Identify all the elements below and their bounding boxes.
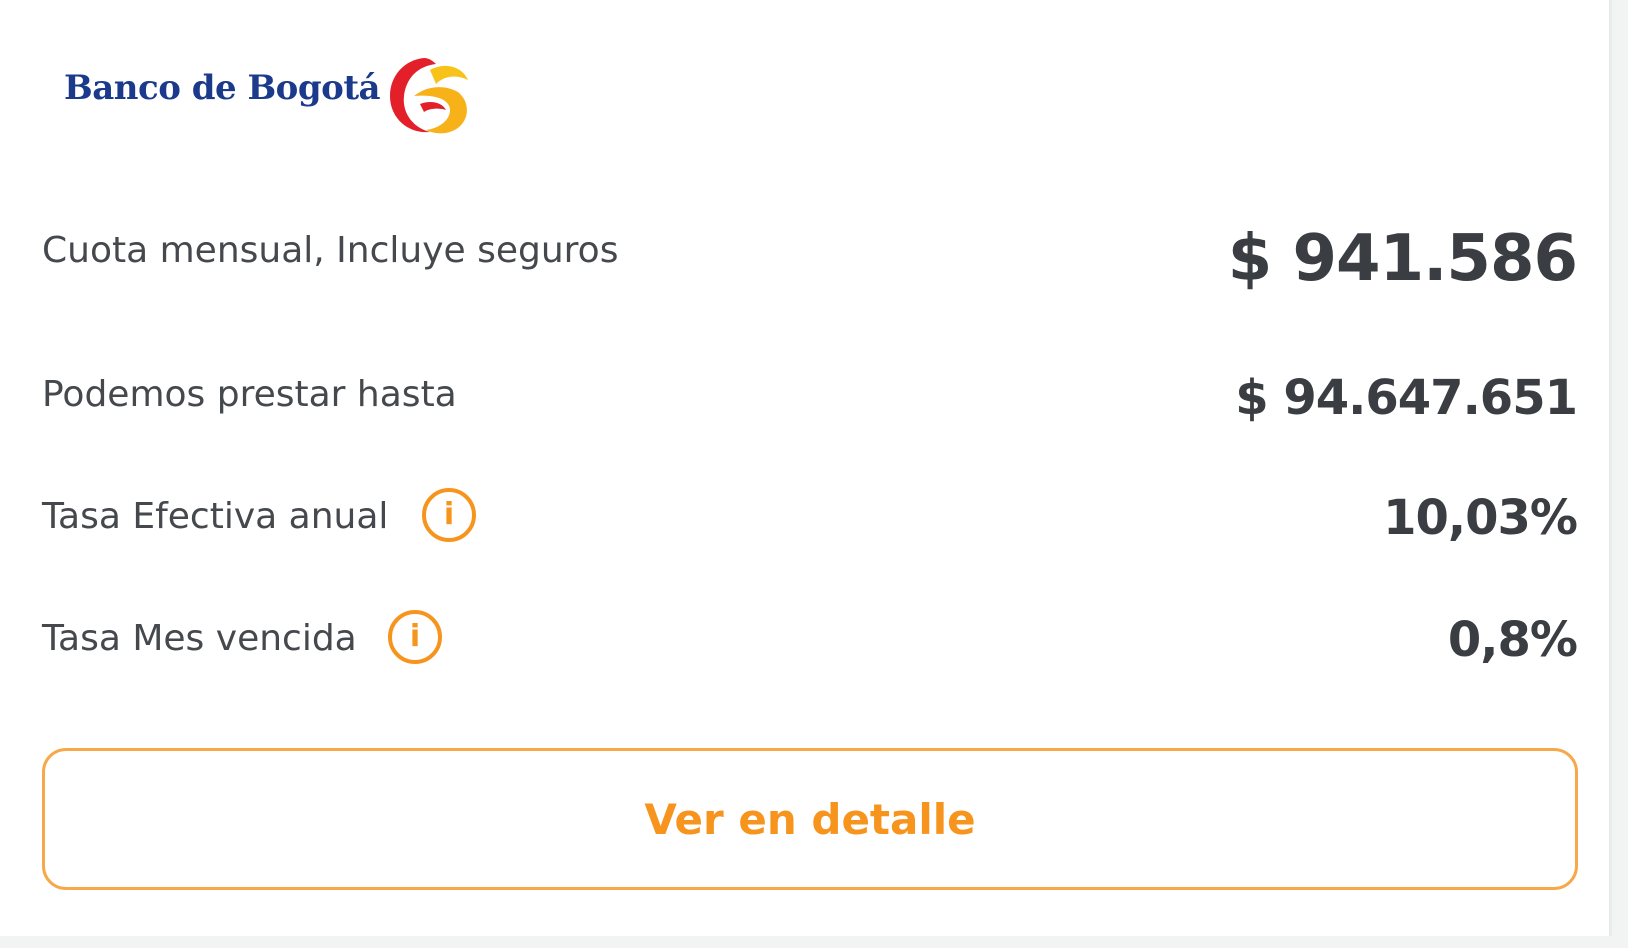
loan-amount-row: Podemos prestar hasta $ 94.647.651 xyxy=(42,370,1578,430)
annual-rate-label: Tasa Efectiva anual xyxy=(42,496,389,537)
monthly-payment-row: Cuota mensual, Incluye seguros $ 941.586 xyxy=(42,222,1578,302)
monthly-rate-info-icon[interactable]: i xyxy=(388,610,442,664)
monthly-rate-label: Tasa Mes vencida xyxy=(42,618,357,659)
annual-rate-value: 10,03% xyxy=(1383,490,1578,546)
loan-amount-value: $ 94.647.651 xyxy=(1235,370,1578,426)
bank-name: Banco de Bogotá xyxy=(64,68,381,108)
loan-offer-card: Banco de Bogotá Cuota mensual, Incluye s… xyxy=(0,0,1612,936)
view-details-button-label: Ver en detalle xyxy=(644,794,976,844)
monthly-payment-label: Cuota mensual, Incluye seguros xyxy=(42,230,619,271)
annual-rate-info-icon[interactable]: i xyxy=(422,488,476,542)
bank-logo: Banco de Bogotá xyxy=(62,48,482,140)
view-details-button[interactable]: Ver en detalle xyxy=(42,748,1578,890)
monthly-rate-value: 0,8% xyxy=(1447,612,1578,668)
banco-de-bogota-logo-icon xyxy=(390,58,468,134)
annual-rate-row: Tasa Efectiva anual i 10,03% xyxy=(42,488,1578,552)
monthly-rate-row: Tasa Mes vencida i 0,8% xyxy=(42,610,1578,674)
loan-amount-label: Podemos prestar hasta xyxy=(42,374,457,415)
monthly-payment-value: $ 941.586 xyxy=(1227,222,1578,296)
